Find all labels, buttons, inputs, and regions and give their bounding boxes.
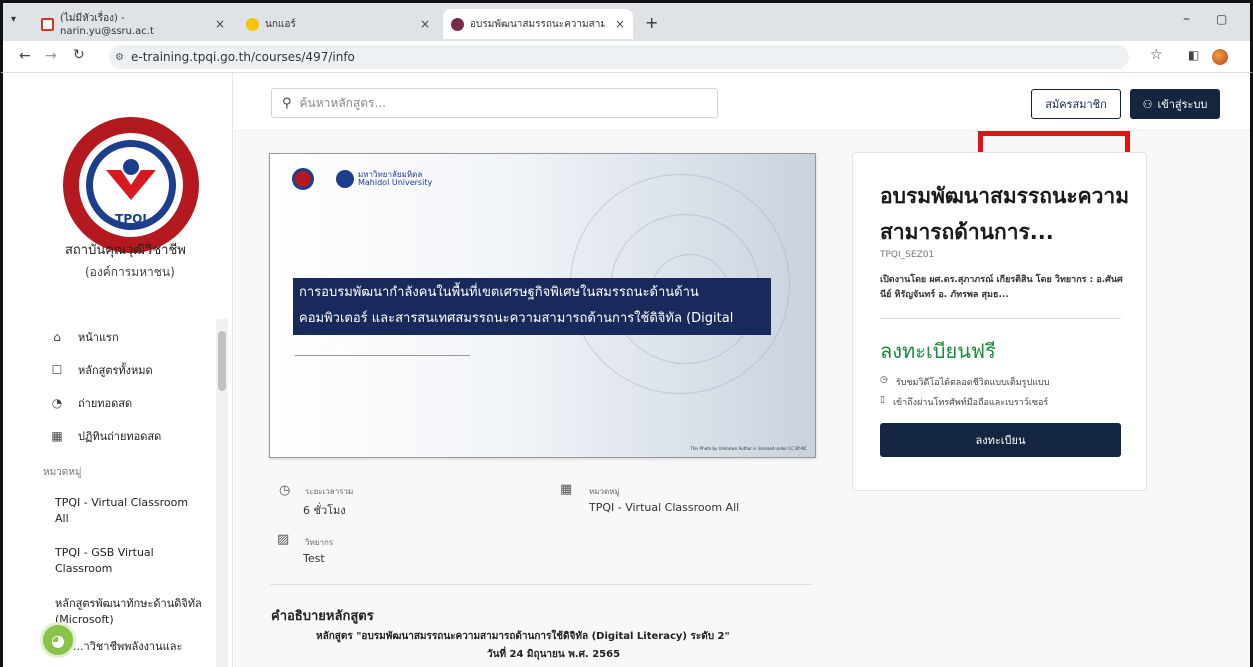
- url-field[interactable]: ⚙ e-training.tpqi.go.th/courses/497/info: [109, 45, 1129, 69]
- user-icon: ⚇: [1142, 97, 1153, 111]
- sidebar: TPQI สถาบันคุณวุฒิวิชาชีพ (องค์การมหาชน)…: [3, 73, 233, 667]
- tpqi-logo[interactable]: TPQI: [61, 115, 201, 255]
- list-icon: ☐: [51, 363, 63, 377]
- lecturer-value: Test: [303, 552, 325, 565]
- category-value: TPQI - Virtual Classroom All: [589, 501, 740, 514]
- top-bar: ⚲ ค้นหาหลักสูตร... สมัครสมาชิก ⚇ เข้าสู่…: [234, 73, 1250, 131]
- grid-icon: ▦: [560, 482, 573, 497]
- price-label: ลงทะเบียนฟรี: [880, 339, 996, 363]
- minimize-icon[interactable]: –: [1183, 11, 1190, 27]
- org-subtitle: (องค์การมหาชน): [85, 265, 175, 279]
- clock-icon: ◷: [279, 483, 291, 498]
- category-heading: หมวดหมู่: [43, 467, 82, 478]
- course-cover-image: มหาวิทยาลัยมหิดล Mahidol University การอ…: [269, 153, 816, 458]
- tab-menu-icon[interactable]: ▾: [11, 14, 16, 25]
- course-code: TPQI_SEZ01: [880, 250, 935, 260]
- course-title: อบรมพัฒนาสมรรถนะความสามารถด้านการ...: [880, 184, 1130, 244]
- tab-title: (ไม่มีหัวเรื่อง) - narin.yu@ssru.ac.t: [60, 13, 154, 37]
- search-placeholder: ค้นหาหลักสูตร...: [299, 95, 386, 110]
- sidebar-item-all-courses[interactable]: ☐ หลักสูตรทั้งหมด: [50, 361, 153, 379]
- cookie-settings-button[interactable]: ◕: [40, 622, 76, 658]
- divider: [270, 584, 812, 585]
- duration-label: ระยะเวลารวม: [305, 487, 354, 496]
- bookmark-star-icon[interactable]: ☆: [1150, 47, 1163, 63]
- sidebar-item-live-calendar[interactable]: ▦ ปฏิทินถ่ายทอดสด: [50, 427, 161, 445]
- sidebar-category[interactable]: TPQI - Virtual Classroom All: [55, 495, 205, 527]
- search-input[interactable]: ⚲ ค้นหาหลักสูตร...: [271, 88, 718, 118]
- feature-text: เข้าถึงผ่านโทรศัพท์มือถือและเบราว์เซอร์: [892, 398, 1049, 408]
- browser-tab-strip: (ไม่มีหัวเรื่อง) - narin.yu@ssru.ac.t × …: [0, 0, 1253, 41]
- url-text: e-training.tpqi.go.th/courses/497/info: [131, 50, 355, 64]
- login-label: เข้าสู่ระบบ: [1157, 98, 1208, 111]
- cookie-icon: ◕: [51, 630, 65, 650]
- maximize-icon[interactable]: ▢: [1216, 12, 1227, 26]
- site-info-icon[interactable]: ⚙: [115, 52, 124, 63]
- description-line: หลักสูตร "อบรมพัฒนาสมรรถนะความสามารถด้าน…: [316, 631, 730, 642]
- cover-title-band: การอบรมพัฒนากำลังคนในพื้นที่เขตเศรษฐกิจพ…: [293, 278, 771, 352]
- sidebar-category[interactable]: หลักสูตรพัฒนาทักษะด้านดิจิทัล (Microsoft…: [55, 596, 205, 628]
- reload-icon[interactable]: ↻: [73, 47, 85, 63]
- close-icon[interactable]: ×: [615, 17, 625, 31]
- nokair-icon: [246, 17, 259, 31]
- tab-nokair[interactable]: นกแอร์ ×: [238, 9, 438, 39]
- back-icon[interactable]: ←: [19, 48, 31, 64]
- university-logo-1: [292, 168, 314, 190]
- feature-text: รับชมวิดีโอได้ตลอดชีวิตแบบเต็มรูปแบบ: [895, 378, 1050, 388]
- search-icon: ⚲: [282, 95, 292, 111]
- registration-card: อบรมพัฒนาสมรรถนะความสามารถด้านการ... TPQ…: [852, 152, 1147, 491]
- university-logo-2: [336, 170, 354, 188]
- broadcast-icon: ◔: [51, 396, 63, 410]
- photo-credit: This Photo by Unknown Author is licensed…: [690, 446, 807, 451]
- description-line: วันที่ 24 มิถุนายน พ.ศ. 2565: [487, 649, 621, 660]
- sidebar-item-live[interactable]: ◔ ถ่ายทอดสด: [50, 394, 132, 412]
- sidebar-item-label: หน้าแรก: [78, 331, 119, 344]
- category-label: หมวดหมู่: [589, 487, 620, 496]
- sidebar-category[interactable]: ...าวิชาชีพพลังงานและ: [73, 639, 223, 655]
- forward-icon[interactable]: →: [45, 48, 57, 64]
- profile-avatar[interactable]: [1212, 49, 1228, 65]
- register-button[interactable]: สมัครสมาชิก: [1031, 89, 1121, 119]
- svg-text:TPQI: TPQI: [115, 212, 147, 226]
- login-button[interactable]: ⚇ เข้าสู่ระบบ: [1130, 89, 1220, 119]
- sidebar-item-label: ปฏิทินถ่ายทอดสด: [78, 430, 162, 443]
- sidebar-category[interactable]: TPQI - GSB Virtual Classroom: [55, 545, 205, 577]
- calendar-icon: ▦: [51, 429, 63, 443]
- feature-item: ▯ เข้าถึงผ่านโทรศัพท์มือถือและเบราว์เซอร…: [880, 395, 1048, 409]
- divider: [295, 355, 470, 356]
- enroll-button[interactable]: ลงทะเบียน: [880, 423, 1121, 457]
- gmail-icon: [41, 17, 54, 31]
- lecturer-label: วิทยากร: [305, 538, 334, 547]
- close-icon[interactable]: ×: [420, 17, 430, 31]
- sidebar-item-home[interactable]: ⌂ หน้าแรก: [50, 328, 119, 346]
- sidebar-item-label: ถ่ายทอดสด: [78, 397, 133, 410]
- address-bar-row: ← → ↻ ⚙ e-training.tpqi.go.th/courses/49…: [0, 41, 1253, 73]
- feature-item: ◷ รับชมวิดีโอได้ตลอดชีวิตแบบเต็มรูปแบบ: [880, 375, 1049, 389]
- close-icon[interactable]: ×: [215, 17, 225, 31]
- sidebar-scroll-thumb[interactable]: [218, 331, 226, 391]
- clock-icon: ◷: [880, 375, 888, 385]
- sidepanel-icon[interactable]: ◧: [1188, 48, 1199, 62]
- course-presenters: เปิดงานโดย ผศ.ดร.สุภาภรณ์ เกียรติสิน โดย…: [880, 275, 1123, 300]
- phone-icon: ▯: [880, 395, 885, 405]
- page: TPQI สถาบันคุณวุฒิวิชาชีพ (องค์การมหาชน)…: [0, 73, 1253, 667]
- home-icon: ⌂: [53, 330, 61, 344]
- sidebar-item-label: หลักสูตรทั้งหมด: [78, 364, 153, 377]
- tab-gmail[interactable]: (ไม่มีหัวเรื่อง) - narin.yu@ssru.ac.t ×: [33, 9, 233, 39]
- lecturer-icon: ▨: [277, 532, 290, 547]
- tab-title: นกแอร์: [265, 18, 296, 30]
- tab-title: อบรมพัฒนาสมรรถนะความสามารถด้: [470, 18, 605, 30]
- tab-active[interactable]: อบรมพัฒนาสมรรถนะความสามารถด้ ×: [443, 9, 633, 39]
- duration-value: 6 ชั่วโมง: [303, 504, 346, 517]
- divider: [880, 318, 1121, 319]
- org-name: สถาบันคุณวุฒิวิชาชีพ: [65, 243, 186, 258]
- site-icon: [451, 17, 464, 31]
- description-title: คำอธิบายหลักสูตร: [271, 609, 374, 624]
- university-name-en: Mahidol University: [358, 178, 433, 187]
- new-tab-icon[interactable]: +: [645, 13, 658, 32]
